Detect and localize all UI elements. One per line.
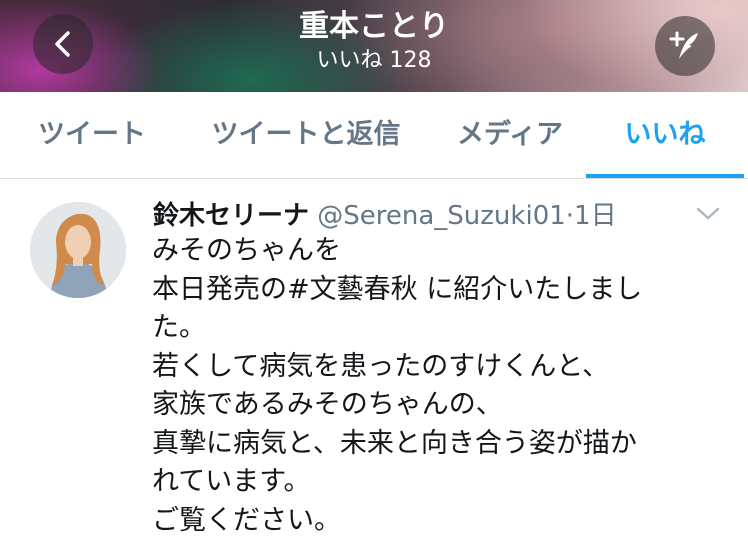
tweet-text-line: みそのちゃんを: [152, 235, 341, 266]
tab-media[interactable]: メディア: [440, 92, 580, 178]
avatar[interactable]: [30, 202, 126, 298]
profile-tabs: ツイート ツイートと返信 メディア いいね: [0, 92, 748, 179]
tweet-text: みそのちゃんを 本日発売の#文藝春秋 に紹介いたしまし た。 若くして病気を患っ…: [152, 232, 712, 540]
tweet-text-line: 家族であるみそのちゃんの、: [152, 389, 503, 420]
tweet-author-handle[interactable]: @Serena_Suzuki01: [317, 201, 566, 231]
chevron-down-icon: [696, 207, 720, 220]
tweet-text-line: れています。: [152, 466, 311, 497]
tweet-header: 鈴木セリーナ @Serena_Suzuki01·1日: [153, 198, 617, 234]
tab-tweets-and-replies[interactable]: ツイートと返信: [196, 92, 416, 178]
tweet-text-line: 本日発売の#文藝春秋 に紹介いたしまし: [152, 273, 643, 305]
tweet-separator: ·: [565, 201, 575, 231]
tweet-author-name[interactable]: 鈴木セリーナ: [153, 201, 309, 231]
tweet-menu-button[interactable]: [695, 204, 721, 228]
tweet-text-line: 若くして病気を患ったのすけくんと、: [152, 350, 610, 382]
tweet-text-line: ご覧ください。: [152, 504, 341, 536]
tab-likes[interactable]: いいね: [590, 92, 740, 178]
compose-tweet-icon: [669, 31, 698, 59]
header-subtitle: いいね 128: [316, 48, 432, 73]
tweet-text-line: た。: [152, 312, 206, 343]
profile-header: 重本ことり いいね 128: [0, 0, 748, 92]
compose-tweet-button[interactable]: [655, 16, 715, 76]
tweet-text-line: 真摯に病気と、未来と向き合う姿が描か: [152, 427, 637, 459]
active-tab-indicator: [586, 174, 744, 178]
header-title: 重本ことり: [299, 9, 449, 44]
tweet-timestamp: 1日: [574, 201, 617, 231]
tab-tweets[interactable]: ツイート: [14, 92, 170, 178]
